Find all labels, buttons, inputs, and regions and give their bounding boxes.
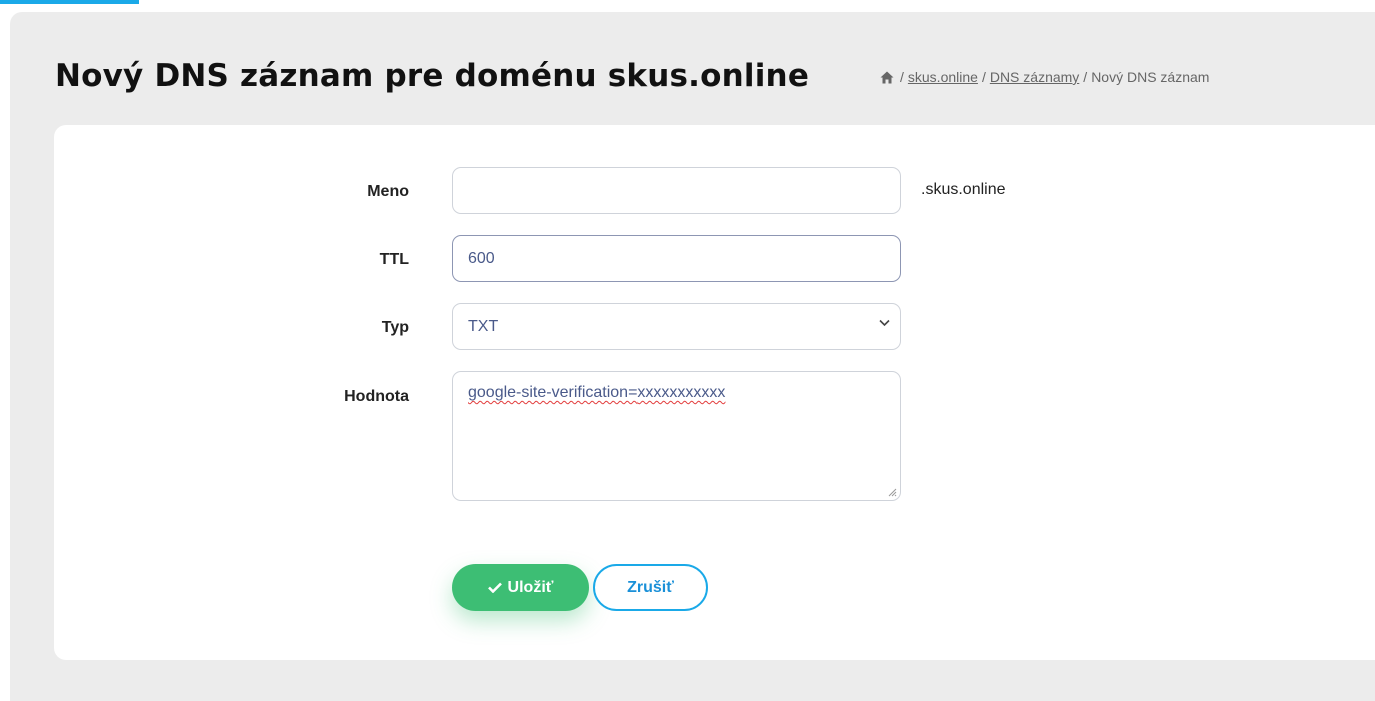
cancel-button-label: Zrušiť (627, 578, 674, 596)
value-text-part: xxxxxxxxxxx (637, 384, 726, 401)
page-title: Nový DNS záznam pre doménu skus.online (55, 58, 810, 94)
check-icon (487, 582, 502, 593)
ttl-input-value: 600 (468, 249, 495, 267)
value-textarea[interactable]: google-site-verification=xxxxxxxxxxx (452, 371, 901, 501)
top-accent-bar (0, 0, 139, 4)
value-textarea-text: google-site-verification=xxxxxxxxxxx (468, 384, 725, 402)
breadcrumb-current: Nový DNS záznam (1091, 69, 1210, 85)
type-select-value: TXT (468, 317, 499, 335)
save-button[interactable]: Uložiť (452, 564, 589, 611)
resize-grip-icon[interactable] (887, 487, 897, 497)
type-select[interactable]: TXT (452, 303, 901, 350)
name-label: Meno (367, 183, 409, 200)
value-label: Hodnota (344, 388, 409, 405)
home-icon[interactable] (880, 71, 894, 84)
breadcrumb-separator: / (900, 69, 904, 85)
type-label: Typ (381, 319, 409, 336)
name-input[interactable] (452, 167, 901, 214)
cancel-button[interactable]: Zrušiť (593, 564, 708, 611)
breadcrumb-separator: / (981, 69, 986, 85)
ttl-input[interactable]: 600 (452, 235, 901, 282)
breadcrumb: / skus.online / DNS záznamy / Nový DNS z… (880, 69, 1209, 85)
breadcrumb-separator: / (1083, 69, 1088, 85)
domain-suffix: .skus.online (921, 181, 1006, 198)
save-button-label: Uložiť (507, 578, 554, 596)
ttl-label: TTL (379, 251, 409, 268)
chevron-down-icon (879, 319, 890, 327)
value-text-part: google-site-verification= (468, 384, 638, 401)
breadcrumb-link-domain[interactable]: skus.online (908, 69, 978, 85)
breadcrumb-link-dns-records[interactable]: DNS záznamy (990, 69, 1079, 85)
